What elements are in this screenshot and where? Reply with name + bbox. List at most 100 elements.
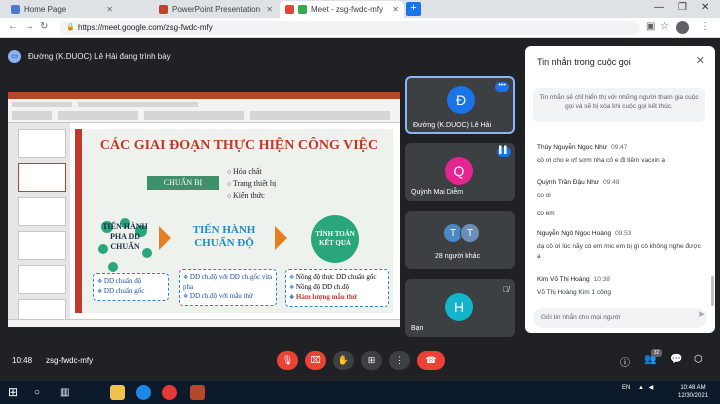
chrome-icon[interactable] <box>162 385 177 400</box>
message-sender: Nguyễn Ngô Ngọc Hoàng <box>537 230 612 237</box>
forward-icon[interactable]: → <box>24 21 34 32</box>
meeting-code: zsg-fwdc-mfy <box>46 356 94 365</box>
powerpoint-title-bar <box>8 92 400 99</box>
powerpoint-favicon-icon <box>159 5 168 14</box>
browser-tab-bar: Home Page ✕ PowerPoint Presentation ✕ Me… <box>0 0 720 18</box>
chat-scrollbar[interactable] <box>711 276 714 306</box>
close-icon[interactable]: ✕ <box>696 54 705 67</box>
chat-message: Kim Võ Thị Hoàng 10:38 Võ Thị Hoàng Kim 1… <box>537 268 703 298</box>
close-tab-icon[interactable]: ✕ <box>106 5 113 14</box>
slide-title: CÁC GIAI ĐOẠN THỰC HIỆN CÔNG VIỆC <box>99 138 379 153</box>
more-options-button[interactable]: ⋮ <box>389 351 410 370</box>
volume-icon[interactable]: ◀ <box>649 385 654 391</box>
powerpoint-icon[interactable] <box>190 385 205 400</box>
new-tab-button[interactable]: + <box>406 2 421 16</box>
profile-avatar[interactable] <box>676 21 689 34</box>
step-tinh-toan: TÍNH TOÁN KẾT QUẢ <box>311 215 359 263</box>
send-icon[interactable]: ➤ <box>697 309 705 320</box>
box-ket-qua: Nồng độ thực DD chuẩn gốc Nồng độ DD ch.… <box>285 269 389 307</box>
avatar-initial: H <box>453 299 465 315</box>
task-view-icon[interactable]: ▥ <box>60 385 75 400</box>
tab-home-page[interactable]: Home Page ✕ <box>6 1 118 18</box>
clock-time: 10:48 AM <box>680 385 706 391</box>
search-icon[interactable]: ○ <box>34 385 49 400</box>
slide-thumbnail[interactable] <box>18 231 66 260</box>
self-tile[interactable]: H 🎙̸ Bạn <box>405 279 515 337</box>
chat-panel: Tin nhắn trong cuộc gọi ✕ Tin nhắn sẽ ch… <box>525 46 715 333</box>
participant-name: Bạn <box>411 325 424 332</box>
box-item: Nồng độ thực DD chuẩn gốc <box>289 273 385 283</box>
tab-label: PowerPoint Presentation <box>172 5 261 14</box>
slide-thumbnail[interactable] <box>18 197 66 226</box>
tab-powerpoint[interactable]: PowerPoint Presentation ✕ <box>154 1 278 18</box>
lock-icon[interactable]: 🔒 <box>66 21 75 35</box>
info-icon[interactable]: ⓘ <box>620 354 630 369</box>
leave-call-button[interactable]: ☎ <box>417 351 445 370</box>
mic-off-button[interactable]: 🎙 <box>277 351 298 370</box>
message-text: co oi <box>537 192 551 199</box>
minimize-icon[interactable]: — <box>654 2 664 13</box>
tab-label: Home Page <box>24 5 67 14</box>
chat-input[interactable]: Gửi tin nhắn cho mọi người <box>533 308 707 328</box>
menu-dots-icon[interactable]: ⋮ <box>700 21 710 32</box>
language-indicator[interactable]: EN <box>622 385 630 391</box>
others-tile[interactable]: T T 28 người khác <box>405 211 515 269</box>
close-tab-icon[interactable]: ✕ <box>392 5 399 14</box>
tab-meet[interactable]: Meet - zsg-fwdc-mfy ✕ <box>280 1 404 18</box>
chat-title: Tin nhắn trong cuộc gọi <box>537 57 631 67</box>
slide-thumbnail[interactable] <box>18 163 66 192</box>
system-clock[interactable]: 10:48 AM 12/30/2021 <box>678 384 708 400</box>
camera-indicator-icon[interactable]: ▣ <box>646 21 655 32</box>
participant-tile[interactable]: Q ▌▌ Quỳnh Mai Diễm <box>405 143 515 201</box>
chat-notice: Tin nhắn sẽ chỉ hiển thị với những người… <box>533 88 705 122</box>
people-count-badge: 32 <box>651 349 662 357</box>
avatar: T <box>460 223 480 243</box>
step-chuan-do: TIẾN HÀNH CHUẨN ĐỘ <box>192 224 256 249</box>
box-item: DD chuẩn gốc <box>97 287 165 297</box>
ribbon-tabs <box>78 102 198 107</box>
activities-icon[interactable]: ⬡ <box>694 354 703 365</box>
back-icon[interactable]: ← <box>8 21 18 32</box>
chat-icon[interactable]: 💬 <box>670 354 682 365</box>
clock-date: 12/30/2021 <box>678 393 709 399</box>
slide-thumbnail[interactable] <box>18 129 66 158</box>
meeting-time: 10:48 <box>12 356 33 365</box>
slide-thumbnail[interactable] <box>18 265 66 294</box>
home-page-favicon-icon <box>11 5 20 14</box>
close-window-icon[interactable]: ✕ <box>701 2 709 13</box>
box-chuan-do: DD ch.độ với DD ch.gốc vừa pha DD ch.độ … <box>179 269 277 306</box>
powerpoint-ribbon <box>8 92 400 123</box>
participant-tile-presenter[interactable]: Đ ••• Đường (K.DUOC) Lê Hải <box>405 76 515 134</box>
message-time: 09:53 <box>615 230 632 237</box>
maximize-icon[interactable]: ❐ <box>678 2 687 13</box>
presenting-icon: ▭ <box>8 49 21 63</box>
bookmark-star-icon[interactable]: ☆ <box>660 21 669 32</box>
network-icon[interactable]: ▲ <box>638 385 644 391</box>
message-text: co em <box>537 210 555 217</box>
box-item: DD ch.độ với mẫu thử <box>183 292 273 302</box>
chat-message: Thúy Nguyễn Ngọc Như 09:47 cô ơi cho e ơf… <box>537 136 703 166</box>
camera-off-button[interactable]: ⌧ <box>305 351 326 370</box>
windows-start-icon[interactable]: ⊞ <box>8 385 23 400</box>
url-text: https://meet.google.com/zsg-fwdc-mfy <box>78 23 213 32</box>
audio-level-icon: ▌▌ <box>497 147 511 157</box>
prepare-item: Kiến thức <box>227 190 276 202</box>
shared-screen: CÁC GIAI ĐOẠN THỰC HIỆN CÔNG VIỆC CHUẨN … <box>8 92 400 327</box>
slide-thumbnails <box>8 123 70 327</box>
more-options-icon[interactable]: ••• <box>495 82 509 92</box>
chat-message: Nguyễn Ngô Ngọc Hoàng 09:53 dạ cô ơi lúc … <box>537 222 703 262</box>
reload-icon[interactable]: ↻ <box>40 21 48 32</box>
participant-name: Quỳnh Mai Diễm <box>411 189 464 196</box>
present-button[interactable]: ⊞ <box>361 351 382 370</box>
avatar-initial: Q <box>453 163 465 179</box>
file-explorer-icon[interactable] <box>110 385 125 400</box>
url-field[interactable]: 🔒 https://meet.google.com/zsg-fwdc-mfy <box>60 21 640 35</box>
close-tab-icon[interactable]: ✕ <box>266 5 273 14</box>
raise-hand-button[interactable]: ✋ <box>333 351 354 370</box>
presenter-bar: ▭ Đường (K.DUOC) Lê Hải đang trình bày <box>8 48 171 64</box>
step-tinh-toan-label: TÍNH TOÁN KẾT QUẢ <box>315 230 355 247</box>
edge-icon[interactable] <box>136 385 151 400</box>
windows-taskbar: ⊞ ○ ▥ EN ▲ ◀ 10:48 AM 12/30/2021 <box>0 381 720 404</box>
arrow-icon <box>159 226 171 250</box>
powerpoint-status-bar <box>8 319 400 327</box>
